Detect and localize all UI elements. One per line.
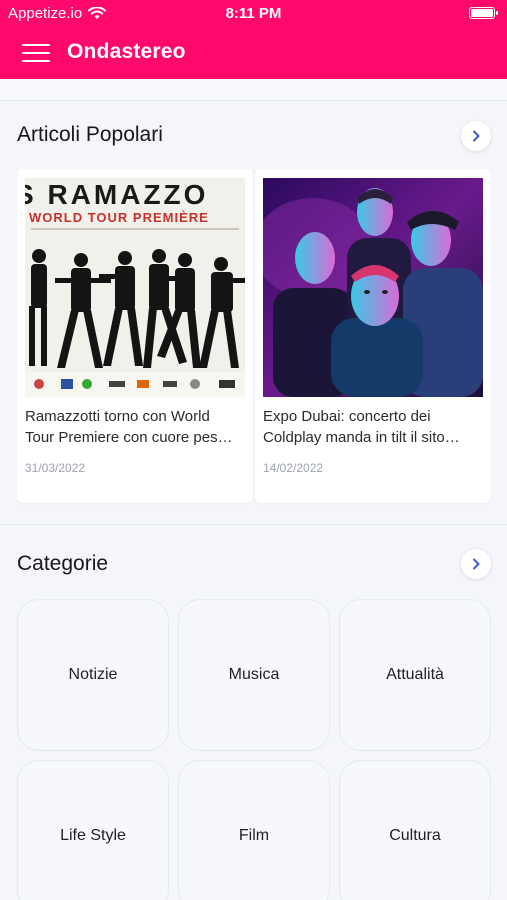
categories-section: Categorie Notizie Musica Attualità Life … — [0, 525, 507, 900]
app-bar: Ondastereo — [0, 28, 507, 79]
category-tile-life-style[interactable]: Life Style — [17, 760, 169, 900]
popular-articles-section: Articoli Popolari S RAMAZZO WORLD TOUR P… — [0, 101, 507, 524]
top-divider-strip — [0, 79, 507, 101]
article-date: 14/02/2022 — [263, 461, 324, 475]
article-card[interactable]: S RAMAZZO WORLD TOUR PREMIÈRE Ramazzotti… — [17, 169, 253, 503]
section-title-categories: Categorie — [17, 552, 109, 575]
article-title[interactable]: Ramazzotti torno con World Tour Premiere… — [25, 406, 247, 448]
popular-more-button[interactable] — [461, 121, 491, 151]
category-tile-cultura[interactable]: Cultura — [339, 760, 491, 900]
article-image — [263, 178, 483, 397]
article-date: 31/03/2022 — [25, 461, 86, 475]
category-tile-attualita[interactable]: Attualità — [339, 599, 491, 751]
article-card[interactable]: Expo Dubai: concerto dei Coldplay manda … — [255, 169, 491, 503]
article-image: S RAMAZZO WORLD TOUR PREMIÈRE — [25, 178, 245, 397]
article-title[interactable]: Expo Dubai: concerto dei Coldplay manda … — [263, 406, 485, 448]
chevron-right-icon — [473, 130, 480, 142]
chevron-right-icon — [473, 558, 480, 570]
hamburger-menu-icon[interactable] — [22, 40, 50, 66]
category-tile-film[interactable]: Film — [178, 760, 330, 900]
app-title: Ondastereo — [67, 40, 186, 63]
categories-more-button[interactable] — [461, 549, 491, 579]
battery-icon — [469, 7, 498, 19]
status-time: 8:11 PM — [225, 5, 282, 22]
status-bar: Appetize.io 8:11 PM — [0, 0, 507, 28]
poster-banner: S RAMAZZO — [25, 179, 208, 210]
poster-subtitle: WORLD TOUR PREMIÈRE — [29, 210, 209, 225]
articles-carousel[interactable]: S RAMAZZO WORLD TOUR PREMIÈRE Ramazzotti… — [17, 169, 491, 503]
section-title-popular: Articoli Popolari — [17, 123, 163, 146]
category-tile-notizie[interactable]: Notizie — [17, 599, 169, 751]
category-tile-musica[interactable]: Musica — [178, 599, 330, 751]
